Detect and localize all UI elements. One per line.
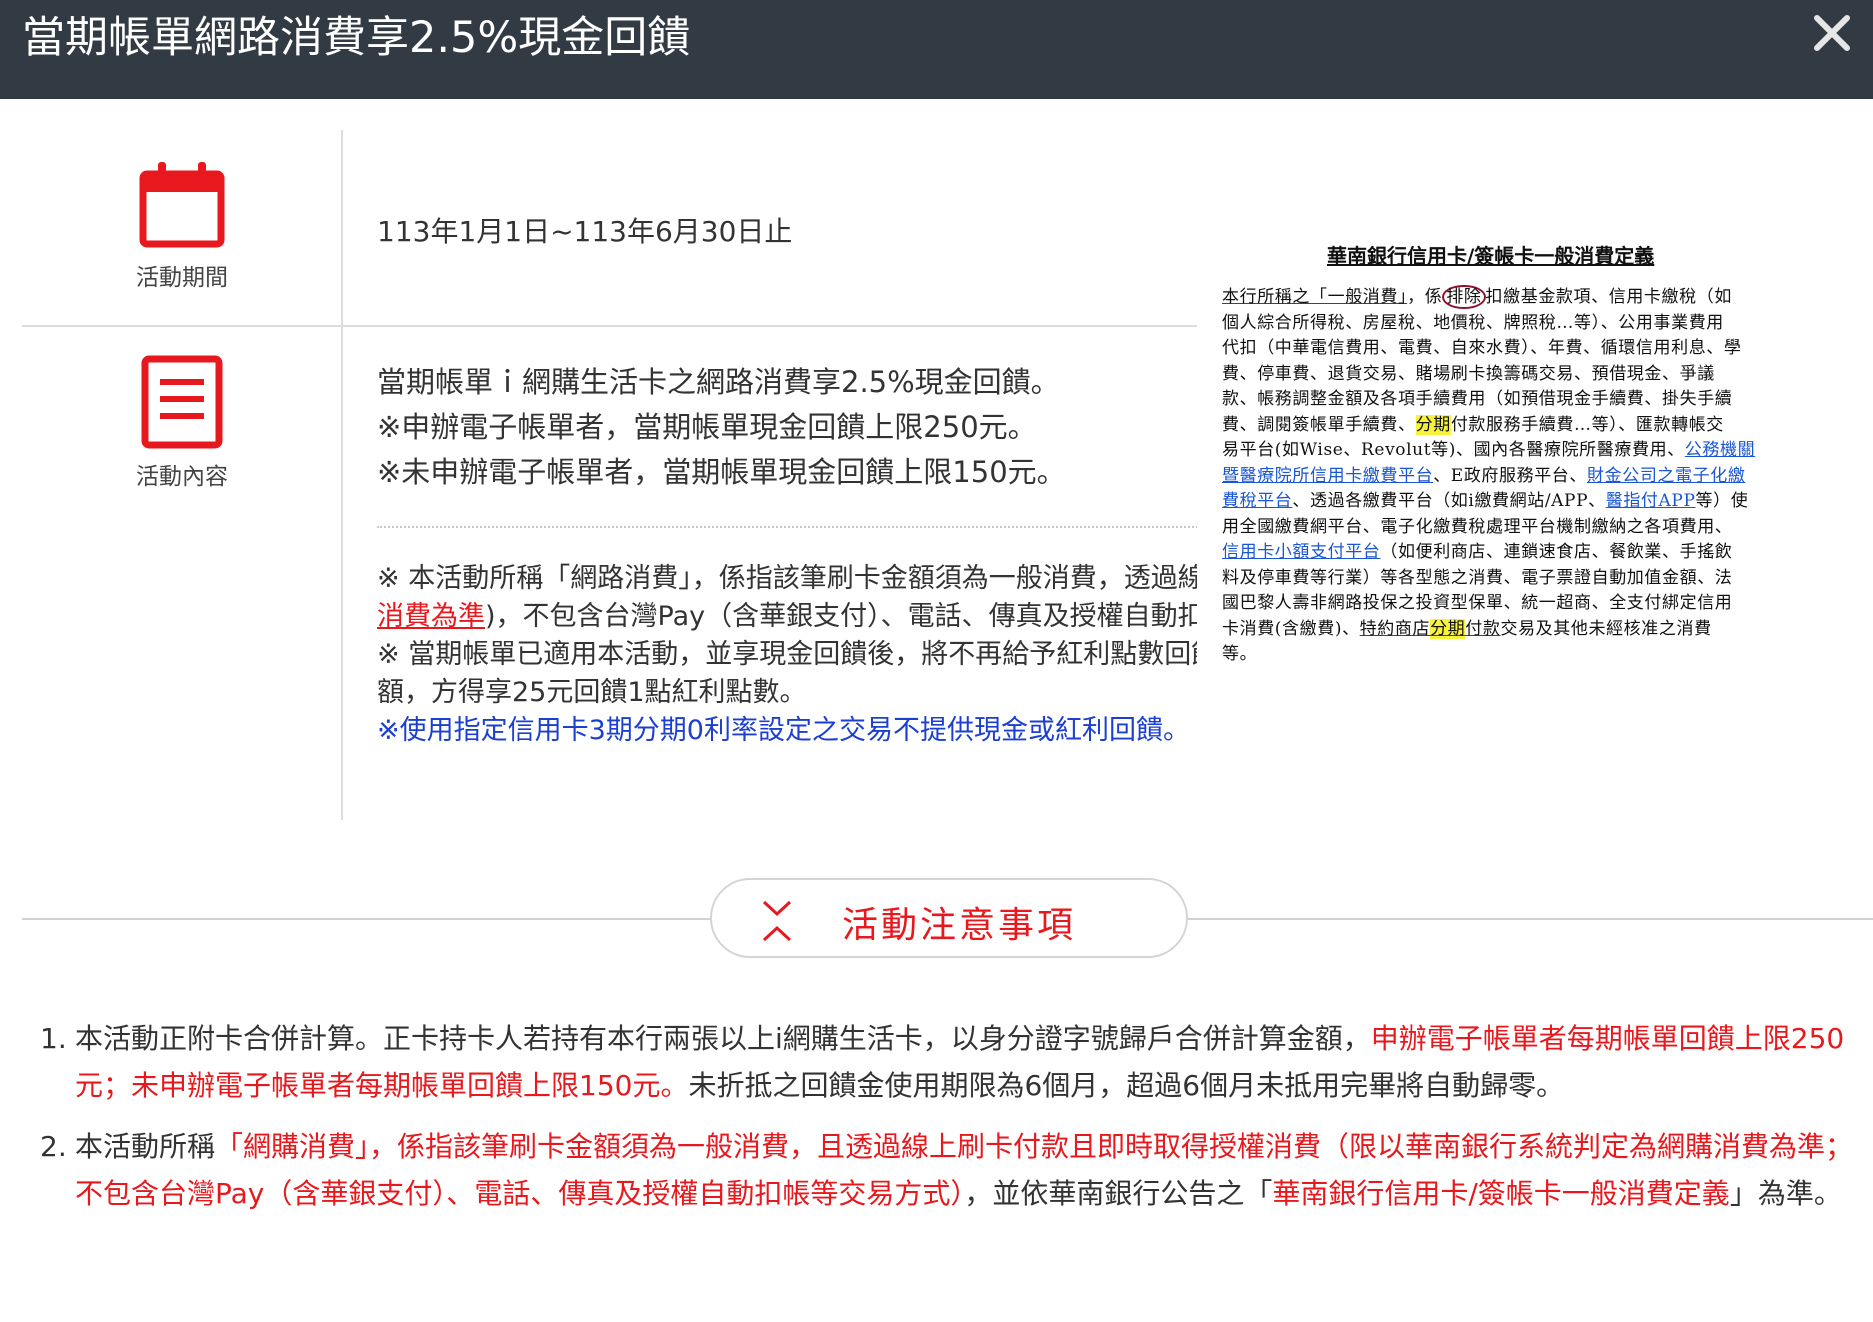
content-line: 當期帳單ｉ網購生活卡之網路消費享2.5%現金回饋。 bbox=[377, 365, 1060, 399]
content-summary: 當期帳單ｉ網購生活卡之網路消費享2.5%現金回饋。 ※申辦電子帳單者，當期帳單現… bbox=[377, 360, 1066, 495]
close-icon bbox=[1814, 15, 1850, 51]
period-label-cell: 活動期間 bbox=[22, 160, 342, 292]
list-item: 2. 本活動所稱「網購消費」，係指該筆刷卡金額須為一般消費，且透過線上刷卡付款且… bbox=[40, 1130, 1854, 1210]
content-label-cell: 活動內容 bbox=[22, 355, 342, 491]
notice-toggle-button[interactable]: 活動注意事項 bbox=[710, 878, 1188, 958]
content-label: 活動內容 bbox=[136, 464, 228, 490]
page-title: 當期帳單網路消費享2.5%現金回饋 bbox=[22, 13, 691, 63]
modal-header: 當期帳單網路消費享2.5%現金回饋 bbox=[0, 0, 1873, 99]
definition-text: 本行所稱之「一般消費」，係 排除 扣繳基金款項、信用卡繳稅（如 個人綜合所得稅、房屋… bbox=[1222, 285, 1756, 664]
period-label: 活動期間 bbox=[136, 265, 228, 291]
notice-rules-list: 1. 本活動正附卡合併計算。正卡持卡人若持有本行兩張以上i網購生活卡，以身分證字… bbox=[40, 1015, 1870, 1231]
close-button[interactable] bbox=[1809, 10, 1855, 56]
period-value: 113年1月1日~113年6月30日止 bbox=[377, 215, 793, 248]
content-line: ※申辦電子帳單者，當期帳單現金回饋上限250元。 bbox=[377, 410, 1037, 444]
calendar-icon bbox=[139, 162, 225, 248]
definition-link[interactable]: 華南銀行信用卡/簽帳卡一般消費定義 bbox=[1272, 1177, 1729, 1210]
collapse-chevron-icon bbox=[762, 900, 792, 942]
campaign-info-table: 活動期間 113年1月1日~113年6月30日止 活動內容 當期帳單ｉ網購生活卡… bbox=[22, 130, 1873, 820]
general-spending-definition: 華南銀行信用卡/簽帳卡一般消費定義 本行所稱之「一般消費」，係 排除 扣繳基金款項、… bbox=[1197, 240, 1873, 675]
definition-title: 華南銀行信用卡/簽帳卡一般消費定義 bbox=[1327, 244, 1655, 268]
notice-label: 活動注意事項 bbox=[842, 905, 1077, 946]
content-line: ※未申辦電子帳單者，當期帳單現金回饋上限150元。 bbox=[377, 455, 1066, 489]
note-installment: ※使用指定信用卡3期分期0利率設定之交易不提供現金或紅利回饋。 bbox=[377, 715, 1190, 746]
document-icon bbox=[141, 355, 223, 449]
list-item: 1. 本活動正附卡合併計算。正卡持卡人若持有本行兩張以上i網購生活卡，以身分證字… bbox=[40, 1022, 1845, 1102]
